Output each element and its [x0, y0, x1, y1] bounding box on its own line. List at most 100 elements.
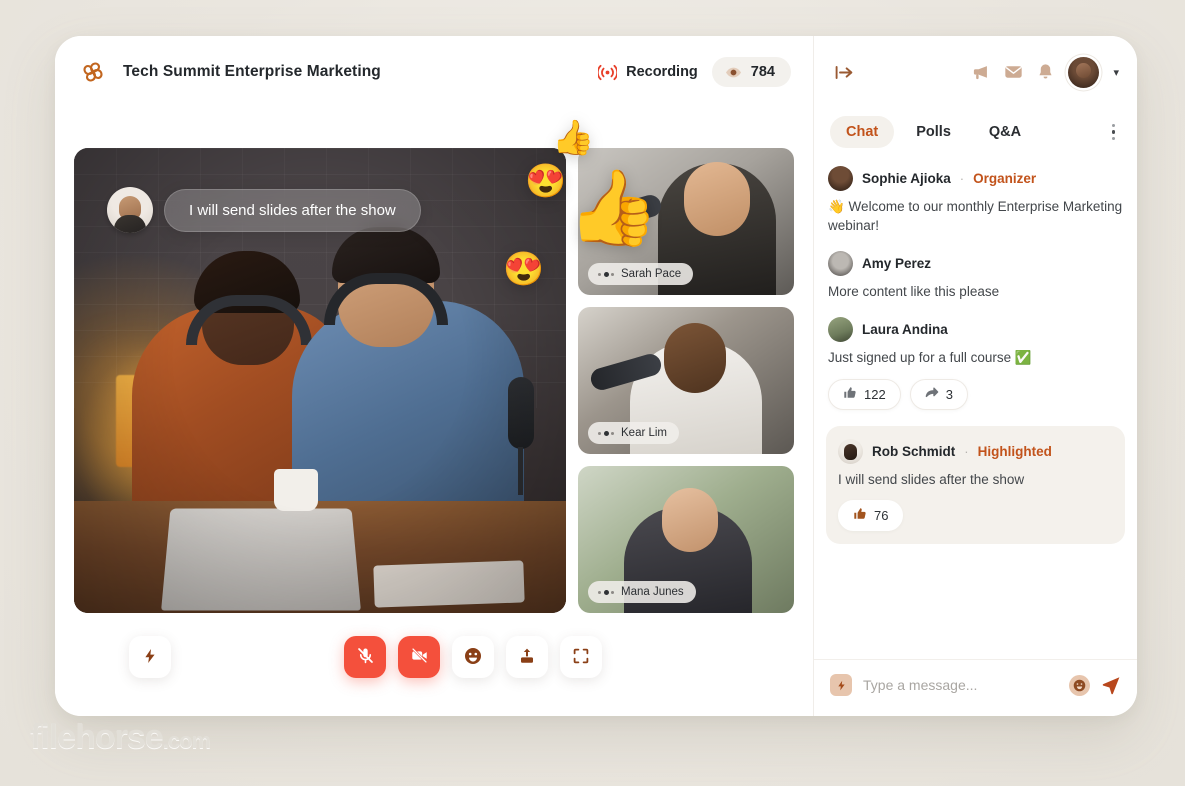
collapse-panel-icon[interactable]: [830, 58, 858, 86]
status-badge: Highlighted: [977, 443, 1052, 459]
audio-level-icon: [598, 430, 614, 436]
participant-name: Sarah Pace: [621, 268, 682, 280]
message-author: Rob Schmidt: [872, 443, 956, 459]
viewer-count: 784: [750, 64, 775, 80]
tab-chat[interactable]: Chat: [830, 116, 895, 148]
thumbs-up-icon: [853, 507, 867, 524]
message-body: 👋 Welcome to our monthly Enterprise Mark…: [828, 197, 1123, 235]
video-grid: I will send slides after the show Sarah …: [74, 148, 798, 613]
participant-name-badge: Mana Junes: [588, 581, 696, 603]
message-body: I will send slides after the show 76: [838, 470, 1111, 531]
primary-controls: [55, 636, 813, 678]
message-author: Amy Perez: [862, 256, 932, 272]
flower-logo-icon: [76, 55, 110, 89]
recording-label: Recording: [626, 64, 698, 80]
megaphone-icon[interactable]: [971, 64, 990, 81]
bell-icon[interactable]: [1037, 63, 1054, 81]
recording-status: Recording: [598, 64, 698, 81]
mic-off-icon: [356, 646, 375, 668]
message-header: Amy Perez: [828, 251, 1123, 277]
message-text: 👋 Welcome to our monthly Enterprise Mark…: [828, 199, 1123, 234]
message-body: Just signed up for a full course ✅ 122 3: [828, 348, 1123, 410]
participant-tile-kear-lim[interactable]: Kear Lim: [578, 307, 794, 454]
message-author: Sophie Ajioka: [862, 171, 951, 186]
reactions-button[interactable]: [452, 636, 494, 678]
microphone-muted-button[interactable]: [344, 636, 386, 678]
participant-name-badge: Sarah Pace: [588, 263, 694, 285]
camera-off-button[interactable]: [398, 636, 440, 678]
avatar: [828, 251, 853, 277]
main-video-tile[interactable]: I will send slides after the show: [74, 148, 566, 613]
thumbs-up-large-icon: 👍: [567, 166, 660, 249]
share-reaction-button[interactable]: 3: [909, 378, 968, 410]
thumbs-up-small-icon: 👍: [552, 119, 595, 157]
send-icon[interactable]: [1101, 675, 1121, 695]
message-reactions: 122 3: [828, 378, 1123, 410]
user-avatar[interactable]: [1068, 56, 1100, 88]
stage-status-group: Recording 784: [598, 57, 791, 87]
message-body: More content like this please: [828, 282, 1123, 301]
overlay-message-avatar: [107, 187, 153, 233]
message-reactions: 76: [838, 499, 1111, 531]
chat-header-actions: ▾: [971, 56, 1119, 88]
like-count: 122: [864, 386, 886, 402]
control-bar: [55, 613, 813, 716]
participant-name-badge: Kear Lim: [588, 422, 680, 444]
tab-qa[interactable]: Q&A: [973, 116, 1037, 148]
eye-icon: [725, 66, 742, 79]
message-composer: [814, 659, 1137, 716]
message-item: Amy Perez More content like this please: [828, 251, 1123, 301]
share-screen-button[interactable]: [506, 636, 548, 678]
message-item-highlighted: Rob Schmidt · Highlighted I will send sl…: [826, 425, 1125, 544]
message-text: I will send slides after the show: [838, 471, 1025, 487]
heart-eyes-lower-icon: 😍: [503, 250, 545, 287]
separator: ·: [959, 171, 965, 186]
status-badge: Organizer: [973, 171, 1037, 186]
like-count: 76: [874, 507, 889, 523]
like-reaction-button[interactable]: 76: [838, 499, 904, 531]
envelope-icon[interactable]: [1004, 64, 1023, 80]
avatar: [838, 438, 863, 464]
page-title: Tech Summit Enterprise Marketing: [123, 63, 381, 80]
chat-tabs: Chat Polls Q&A: [814, 108, 1137, 148]
watermark: filehorse.com: [30, 718, 211, 757]
tab-polls[interactable]: Polls: [900, 116, 967, 148]
message-input[interactable]: [863, 677, 1058, 693]
overlay-message: I will send slides after the show: [107, 187, 421, 233]
kebab-menu-icon[interactable]: [1108, 118, 1120, 146]
participant-tile-mana-junes[interactable]: Mana Junes: [578, 466, 794, 613]
brand: Tech Summit Enterprise Marketing: [76, 55, 381, 89]
avatar: [828, 166, 853, 191]
message-header: Laura Andina: [828, 317, 1123, 343]
chat-header: ▾: [814, 36, 1137, 108]
watermark-suffix: .com: [162, 728, 211, 753]
like-reaction-button[interactable]: 122: [828, 378, 901, 410]
stage-pane: Tech Summit Enterprise Marketing Recordi…: [55, 36, 813, 716]
viewer-count-badge: 784: [711, 57, 791, 87]
bolt-icon[interactable]: [830, 674, 852, 696]
message-text: Just signed up for a full course ✅: [828, 350, 1032, 366]
overlay-message-text: I will send slides after the show: [164, 188, 421, 232]
message-list: Sophie Ajioka · Organizer 👋 Welcome to o…: [814, 148, 1137, 659]
chat-pane: ▾ Chat Polls Q&A Sophie Ajioka · Organiz…: [813, 36, 1137, 716]
audio-level-icon: [598, 271, 614, 277]
message-item: Laura Andina Just signed up for a full c…: [828, 317, 1123, 410]
emoji-icon: [464, 647, 482, 668]
message-header: Sophie Ajioka · Organizer: [828, 166, 1123, 191]
share-upload-icon: [518, 647, 536, 668]
fullscreen-icon: [572, 647, 590, 668]
camera-off-icon: [410, 646, 429, 668]
fullscreen-button[interactable]: [560, 636, 602, 678]
chevron-down-icon[interactable]: ▾: [1113, 66, 1119, 79]
participant-name: Mana Junes: [621, 586, 684, 598]
app-window: Tech Summit Enterprise Marketing Recordi…: [55, 36, 1137, 716]
stage-header: Tech Summit Enterprise Marketing Recordi…: [55, 36, 813, 108]
share-count: 3: [945, 386, 953, 402]
message-text: More content like this please: [828, 284, 1000, 300]
message-item: Sophie Ajioka · Organizer 👋 Welcome to o…: [828, 166, 1123, 235]
thumbs-up-icon: [843, 386, 857, 403]
broadcast-icon: [598, 64, 618, 81]
heart-eyes-upper-icon: 😍: [525, 162, 567, 199]
smiley-icon[interactable]: [1069, 674, 1090, 696]
avatar: [828, 317, 853, 343]
